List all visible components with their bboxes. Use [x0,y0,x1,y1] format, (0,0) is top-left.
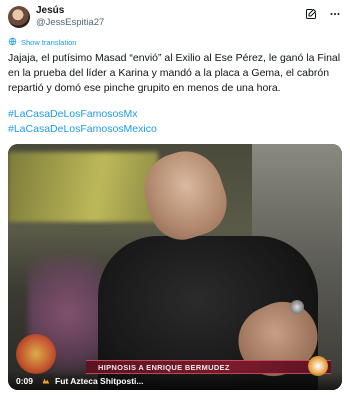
header-actions [304,7,342,21]
author-names: Jesús @JessEspitia27 [36,5,104,29]
hashtags: #LaCasaDeLosFamososMx #LaCasaDeLosFamoso… [8,107,342,137]
video-source[interactable]: Fut Azteca Shitposti... [41,376,143,386]
display-name[interactable]: Jesús [36,5,104,17]
lower-third-text: HIPNOSIS A ENRIQUE BERMUDEZ [98,362,230,372]
tweet-text: Jajaja, el putísimo Masad “envió” al Exi… [8,52,341,94]
source-icon [41,376,51,386]
video-timestamp: 0:09 [16,376,34,386]
translate-icon [8,37,17,48]
edit-note-icon[interactable] [304,7,318,21]
hashtag-link[interactable]: #LaCasaDeLosFamososMexico [8,122,342,137]
video-frame: HIPNOSIS A ENRIQUE BERMUDEZ [8,144,342,390]
tweet-header: Jesús @JessEspitia27 [8,5,342,35]
studio-background [8,152,158,222]
wristwatch [290,300,304,314]
hashtag-link[interactable]: #LaCasaDeLosFamososMx [8,107,342,122]
show-translation-link[interactable]: Show translation [8,37,342,48]
tweet: Jesús @JessEspitia27 Show translation Ja… [0,0,350,395]
more-icon[interactable] [328,7,342,21]
handle[interactable]: @JessEspitia27 [36,17,104,29]
show-translation-label: Show translation [21,38,77,47]
video-info-bar: 0:09 Fut Azteca Shitposti... [8,372,342,390]
show-logo [16,334,56,374]
video-player[interactable]: HIPNOSIS A ENRIQUE BERMUDEZ 0:09 Fut Azt… [8,144,342,390]
video-source-label: Fut Azteca Shitposti... [55,376,144,386]
avatar[interactable] [8,6,30,28]
